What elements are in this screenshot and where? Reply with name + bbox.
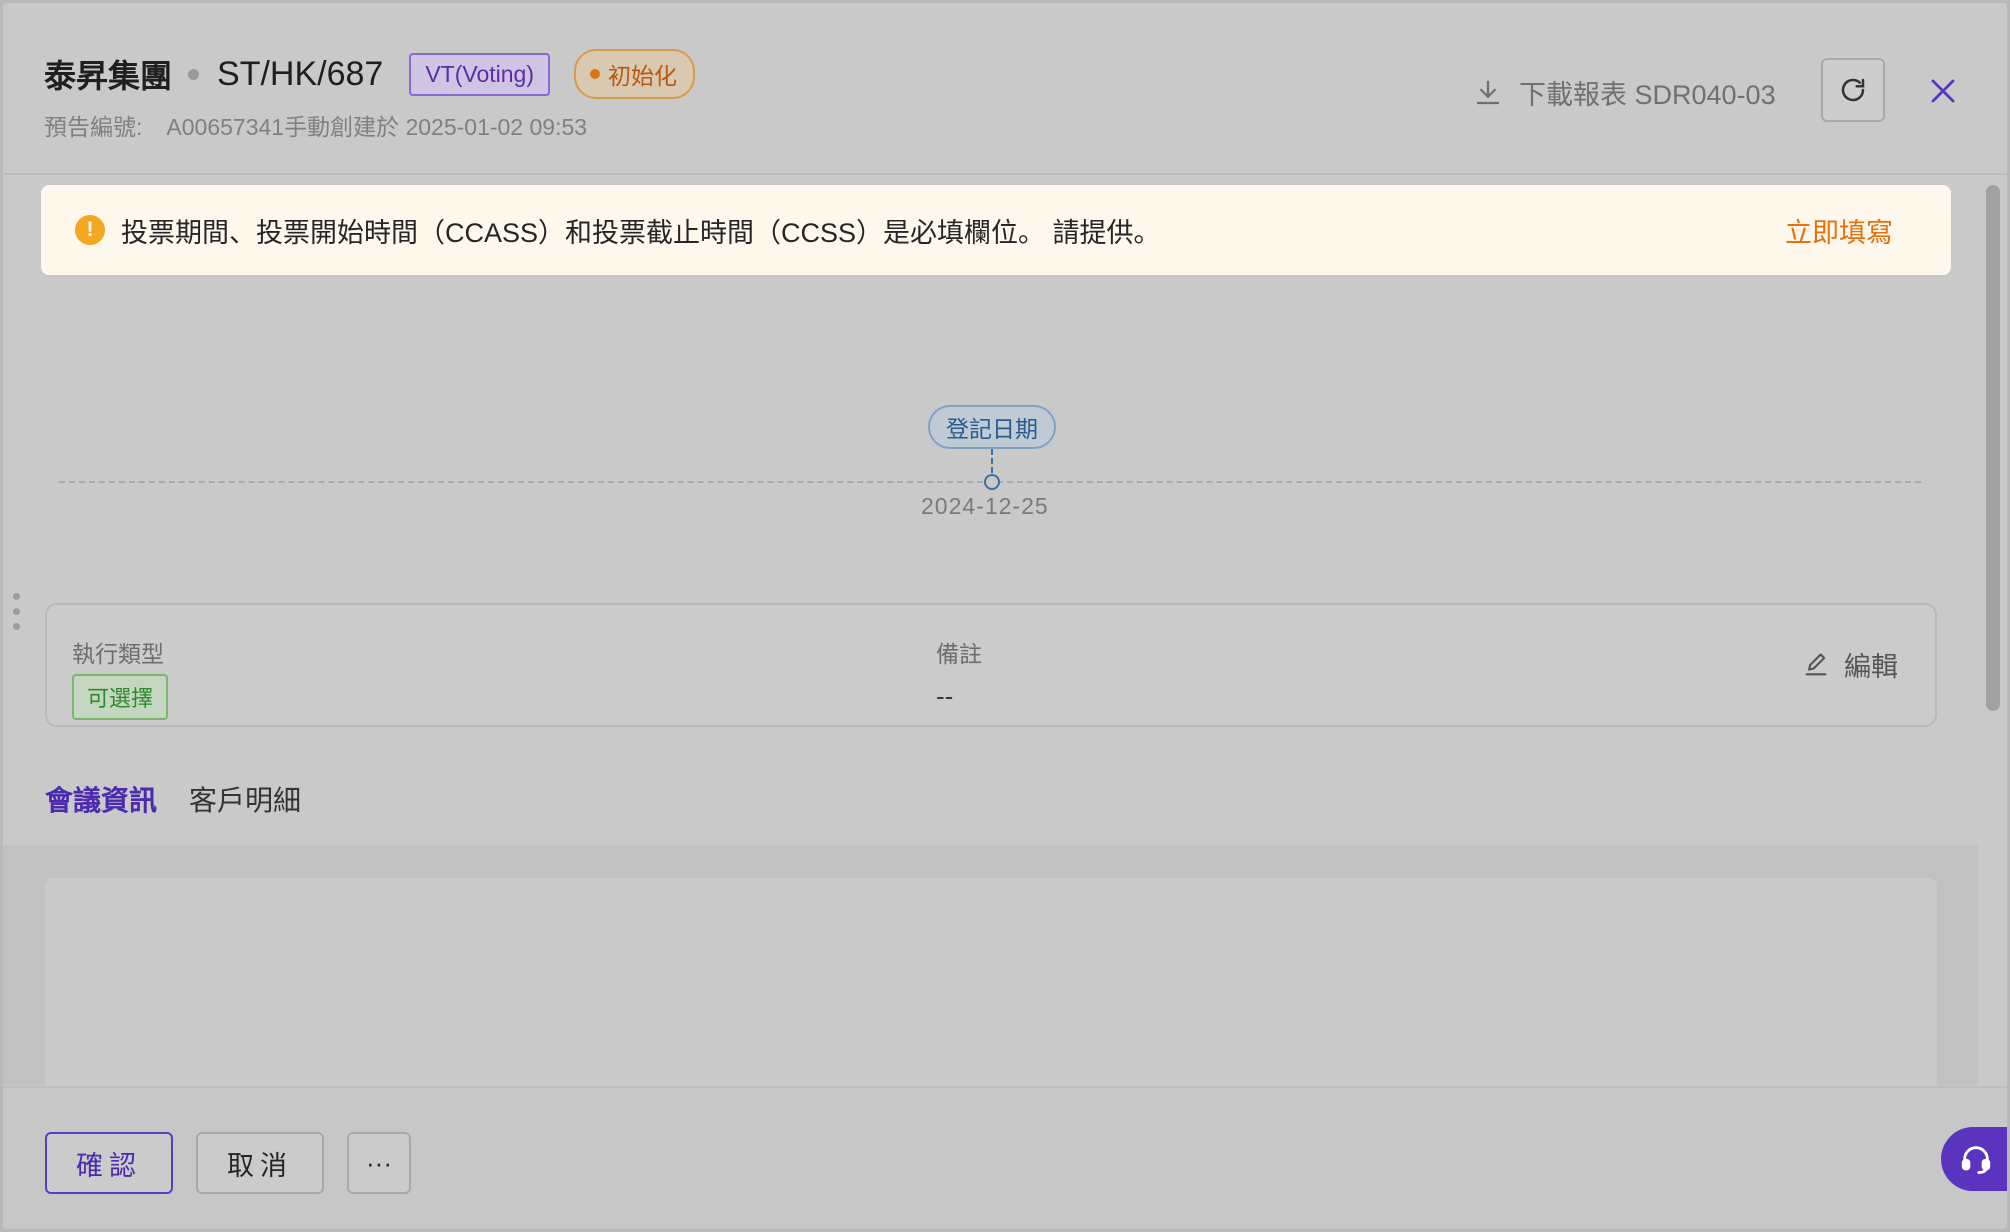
- milestone-node[interactable]: [984, 474, 1000, 490]
- status-dot-icon: [589, 69, 600, 79]
- status-badge-label: 初始化: [607, 63, 677, 89]
- title-row: 泰昇集團 ST/HK/687 VT(Voting) 初始化: [44, 49, 695, 99]
- refresh-button[interactable]: [1821, 58, 1885, 122]
- resize-handle[interactable]: [13, 593, 20, 630]
- fill-now-link[interactable]: 立即填寫: [1785, 211, 1893, 250]
- confirm-button[interactable]: 確認: [45, 1132, 173, 1194]
- edit-button[interactable]: 編輯: [1802, 645, 1898, 684]
- required-fields-alert: ! 投票期間、投票開始時間（CCASS）和投票截止時間（CCSS）是必填欄位。 …: [41, 185, 1951, 275]
- download-report-label: 下載報表 SDR040-03: [1519, 80, 1776, 110]
- milestone-connector: [991, 449, 993, 473]
- download-icon: [1476, 80, 1500, 104]
- notice-number-label: 預告編號:: [44, 114, 143, 140]
- type-tag: VT(Voting): [409, 52, 550, 96]
- refresh-icon: [1841, 78, 1865, 102]
- modal-header: 泰昇集團 ST/HK/687 VT(Voting) 初始化 預告編號: A006…: [3, 3, 2007, 175]
- milestone-record-date[interactable]: 登記日期: [928, 405, 1056, 449]
- warning-icon: !: [75, 215, 105, 245]
- status-badge: 初始化: [573, 49, 695, 99]
- stock-code: ST/HK/687: [217, 54, 384, 93]
- close-icon: [1931, 79, 1955, 103]
- execution-type-tag: 可選擇: [72, 674, 169, 720]
- modal-footer: 確認 取消 ···: [3, 1086, 2007, 1229]
- notice-number-value: A00657341手動創建於 2025-01-02 09:53: [166, 114, 588, 140]
- execution-type-label: 執行類型: [72, 641, 164, 667]
- close-button[interactable]: [1925, 73, 1961, 109]
- remark-label: 備註: [936, 641, 982, 667]
- tab-content-card: [45, 878, 1937, 1088]
- milestone-date: 2024-12-25: [921, 493, 1049, 519]
- more-actions-button[interactable]: ···: [347, 1132, 411, 1194]
- scrollbar-thumb[interactable]: [1986, 185, 2000, 711]
- download-report-link[interactable]: 下載報表 SDR040-03: [1473, 73, 1776, 112]
- company-name: 泰昇集團: [44, 58, 173, 94]
- separator-dot: [188, 68, 200, 80]
- cancel-button[interactable]: 取消: [196, 1132, 324, 1194]
- subtitle: 預告編號: A00657341手動創建於 2025-01-02 09:53: [44, 108, 587, 142]
- tab-meeting-info[interactable]: 會議資訊: [45, 775, 158, 849]
- headset-icon: [1961, 1146, 1991, 1174]
- edit-label: 編輯: [1844, 652, 1898, 682]
- modal-panel: 泰昇集團 ST/HK/687 VT(Voting) 初始化 預告編號: A006…: [3, 3, 2007, 1229]
- edit-icon: [1805, 652, 1827, 675]
- support-button[interactable]: [1941, 1127, 2007, 1191]
- remark-value: --: [936, 681, 954, 711]
- execution-info-card: 執行類型 可選擇 備註 -- 編輯: [45, 603, 1937, 727]
- tab-bar: 會議資訊 客戶明細: [45, 775, 1937, 849]
- alert-message: 投票期間、投票開始時間（CCASS）和投票截止時間（CCSS）是必填欄位。 請提…: [121, 217, 1161, 248]
- tab-client-details[interactable]: 客戶明細: [189, 775, 301, 847]
